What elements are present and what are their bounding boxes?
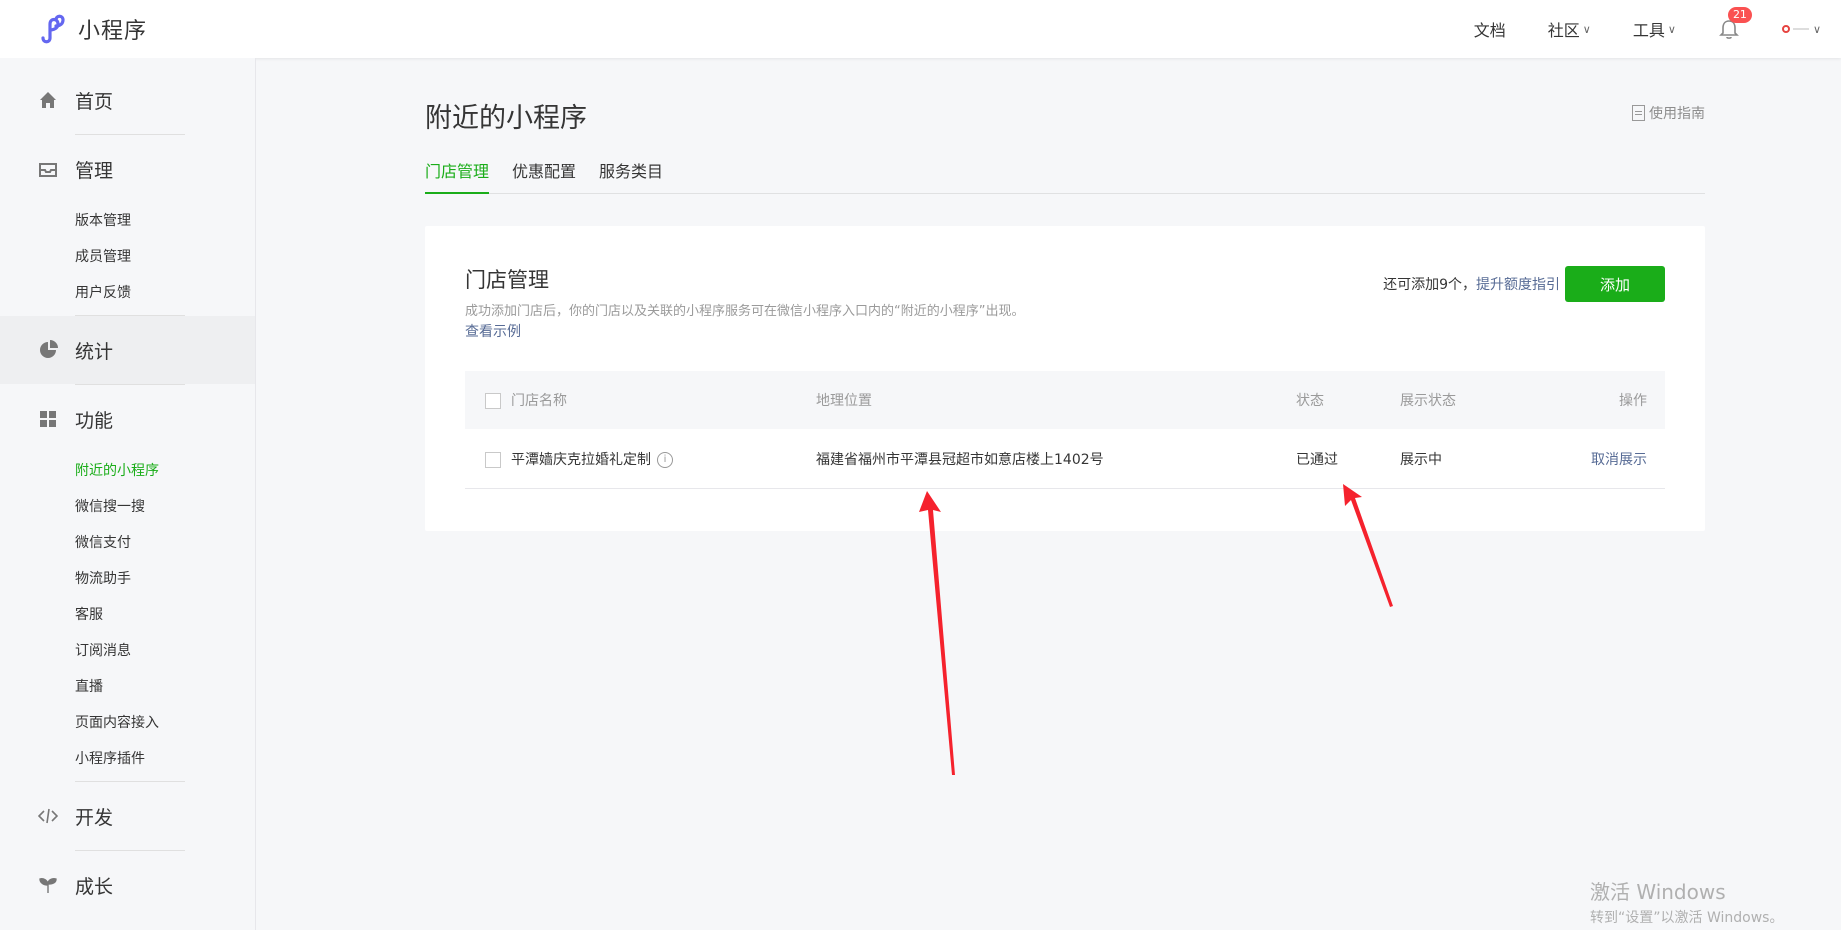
row-checkbox[interactable]	[485, 451, 501, 468]
home-icon	[38, 90, 58, 110]
grid-icon	[38, 409, 58, 429]
sidebar-item-members[interactable]: 成员管理	[0, 239, 255, 275]
sidebar: 首页 管理 版本管理 成员管理 用户反馈 统计 功能 附近的小程序 微信搜一搜 …	[0, 58, 256, 930]
account-menu[interactable]: ∨	[1781, 21, 1821, 37]
sidebar-item-manage[interactable]: 管理	[0, 135, 255, 203]
top-nav: 文档 社区 ∨ 工具 ∨ 21 ∨	[1474, 0, 1841, 58]
pie-chart-icon	[38, 340, 58, 360]
guide-link[interactable]: 使用指南	[1632, 103, 1705, 123]
page-title: 附近的小程序	[425, 103, 587, 134]
guide-label: 使用指南	[1649, 106, 1705, 122]
sidebar-item-stats[interactable]: 统计	[0, 316, 255, 384]
nav-community[interactable]: 社区 ∨	[1548, 17, 1591, 41]
notification-badge: 21	[1727, 7, 1752, 23]
app-name: 小程序	[78, 19, 148, 44]
tab-coupon-config[interactable]: 优惠配置	[512, 156, 576, 194]
add-button[interactable]: 添加	[1565, 266, 1665, 302]
store-status: 已通过	[1296, 451, 1338, 468]
sidebar-item-live[interactable]: 直播	[0, 669, 255, 705]
store-card: 门店管理 成功添加门店后，你的门店以及关联的小程序服务可在微信小程序入口内的“附…	[425, 226, 1705, 531]
sidebar-item-label: 统计	[75, 340, 114, 363]
card-description: 成功添加门店后，你的门店以及关联的小程序服务可在微信小程序入口内的“附近的小程序…	[465, 304, 1025, 319]
header-location: 地理位置	[816, 393, 872, 409]
sidebar-item-grow[interactable]: 成长	[0, 851, 255, 919]
card-title: 门店管理	[465, 268, 549, 292]
quota-text: 还可添加9个，	[1383, 277, 1476, 293]
sidebar-item-plugin[interactable]: 小程序插件	[0, 741, 255, 777]
sidebar-item-home[interactable]: 首页	[0, 66, 255, 134]
store-location: 福建省福州市平潭县冠超市如意店楼上1402号	[816, 451, 1104, 468]
header-status: 状态	[1296, 393, 1324, 409]
sidebar-item-label: 管理	[75, 159, 114, 182]
watermark-subtitle: 转到“设置”以激活 Windows。	[1590, 910, 1784, 926]
nav-tools-label: 工具	[1632, 21, 1665, 40]
header-name-cell: 门店名称	[485, 390, 567, 410]
inbox-icon	[38, 159, 58, 179]
quota-guide-link[interactable]: 提升额度指引	[1476, 277, 1560, 293]
sidebar-item-label: 开发	[75, 806, 114, 829]
sidebar-item-develop[interactable]: 开发	[0, 782, 255, 850]
tab-bar: 门店管理 优惠配置 服务类目	[425, 156, 1705, 194]
code-icon	[38, 806, 58, 826]
top-bar: 小程序 文档 社区 ∨ 工具 ∨ 21 ∨	[0, 0, 1841, 58]
row-name-cell: 平潭嫱庆克拉婚礼定制 i	[485, 449, 673, 469]
sidebar-item-feedback[interactable]: 用户反馈	[0, 275, 255, 311]
nav-docs[interactable]: 文档	[1474, 17, 1506, 41]
store-table: 门店名称 地理位置 状态 展示状态 操作 平潭嫱庆克拉婚礼定制 i 福建省福州市平…	[465, 371, 1665, 489]
sidebar-item-logistics[interactable]: 物流助手	[0, 561, 255, 597]
header-name: 门店名称	[511, 393, 567, 409]
sidebar-item-nearby[interactable]: 附近的小程序	[0, 453, 255, 489]
arrow-location	[919, 491, 955, 775]
sidebar-item-content[interactable]: 页面内容接入	[0, 705, 255, 741]
store-display-status: 展示中	[1400, 451, 1442, 468]
info-icon[interactable]: i	[657, 451, 673, 468]
table-row: 平潭嫱庆克拉婚礼定制 i 福建省福州市平潭县冠超市如意店楼上1402号 已通过 展…	[465, 429, 1665, 489]
chevron-down-icon: ∨	[1667, 22, 1676, 36]
document-icon	[1632, 105, 1645, 121]
windows-watermark: 激活 Windows 转到“设置”以激活 Windows。	[1590, 876, 1783, 927]
chevron-down-icon: ∨	[1812, 22, 1821, 36]
watermark-title: 激活 Windows	[1590, 880, 1726, 904]
sidebar-item-subscribe[interactable]: 订阅消息	[0, 633, 255, 669]
tab-service-category[interactable]: 服务类目	[599, 156, 663, 194]
tab-store-manage[interactable]: 门店管理	[425, 156, 490, 194]
logo-icon	[41, 14, 65, 44]
chevron-down-icon: ∨	[1582, 22, 1591, 36]
sprout-icon	[38, 875, 58, 895]
table-header: 门店名称 地理位置 状态 展示状态 操作	[465, 371, 1665, 429]
logo[interactable]: 小程序	[36, 12, 147, 46]
sidebar-item-features[interactable]: 功能	[0, 385, 255, 453]
sidebar-item-label: 功能	[75, 409, 114, 432]
notification-button[interactable]: 21	[1718, 7, 1752, 40]
store-name: 平潭嫱庆克拉婚礼定制	[511, 451, 651, 468]
sidebar-item-pay[interactable]: 微信支付	[0, 525, 255, 561]
sidebar-item-search[interactable]: 微信搜一搜	[0, 489, 255, 525]
select-all-checkbox[interactable]	[485, 393, 501, 409]
sidebar-item-label: 首页	[75, 90, 114, 113]
sidebar-item-service[interactable]: 客服	[0, 597, 255, 633]
sidebar-item-label: 成长	[75, 875, 114, 898]
cancel-display-link[interactable]: 取消展示	[1591, 449, 1647, 469]
header-display: 展示状态	[1400, 393, 1456, 409]
header-action: 操作	[1619, 393, 1647, 409]
quota-info: 还可添加9个，提升额度指引	[1383, 274, 1560, 294]
nav-docs-label: 文档	[1473, 21, 1506, 40]
sidebar-item-version[interactable]: 版本管理	[0, 203, 255, 239]
view-example-link[interactable]: 查看示例	[465, 321, 521, 341]
nav-tools[interactable]: 工具 ∨	[1633, 17, 1676, 41]
avatar	[1781, 21, 1810, 37]
nav-community-label: 社区	[1547, 21, 1580, 40]
